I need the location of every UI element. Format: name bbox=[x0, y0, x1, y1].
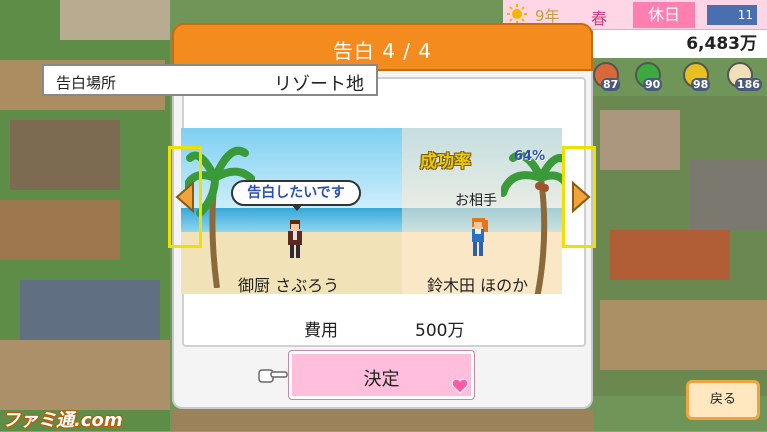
watermark: ファミ通.com bbox=[2, 410, 123, 431]
pointing-hand-icon bbox=[258, 369, 288, 383]
back-label: 戻る bbox=[709, 392, 736, 407]
stats-bar: 87 90 98 186 bbox=[593, 60, 767, 96]
player-character bbox=[288, 220, 302, 258]
beach-scene bbox=[181, 128, 562, 294]
speech-bubble: 告白したいです bbox=[231, 180, 361, 211]
stat-3: 98 bbox=[677, 60, 711, 94]
back-button[interactable]: 戻る bbox=[686, 380, 760, 420]
money-display: 6,483万 bbox=[593, 30, 767, 58]
confirm-label: 決定 bbox=[363, 369, 400, 390]
stat-2-value: 90 bbox=[643, 78, 663, 91]
stat-1-value: 87 bbox=[601, 78, 621, 91]
success-rate-value: 64% bbox=[514, 149, 546, 164]
partner-name: 鈴木田 ほのか bbox=[427, 276, 529, 295]
location-label: 告白場所 bbox=[56, 74, 117, 92]
cost-label: 費用 bbox=[304, 321, 338, 341]
speech-text: 告白したいです bbox=[247, 185, 345, 201]
weather-badge: 11 bbox=[707, 5, 757, 25]
partner-character bbox=[472, 218, 488, 256]
dialog-title: 告白 4 / 4 bbox=[332, 39, 433, 63]
location-box: 告白場所 リゾート地 bbox=[42, 64, 378, 96]
season-label: 春 bbox=[591, 9, 608, 28]
speech-tail bbox=[291, 204, 303, 211]
heart-icon bbox=[451, 378, 469, 394]
arrow-left-icon bbox=[175, 180, 194, 214]
sun-icon bbox=[507, 4, 527, 24]
arrow-right-icon bbox=[572, 180, 591, 214]
location-value: リゾート地 bbox=[274, 74, 364, 95]
player-name: 御厨 さぶろう bbox=[238, 276, 340, 295]
weather-value: 11 bbox=[737, 8, 753, 22]
stat-3-value: 98 bbox=[691, 78, 711, 91]
day-type-badge: 休日 bbox=[633, 2, 695, 28]
stat-2: 90 bbox=[629, 60, 663, 94]
cost-value: 500万 bbox=[415, 321, 465, 341]
confirm-button[interactable]: 決定 bbox=[288, 350, 475, 400]
partner-label: お相手 bbox=[455, 193, 497, 209]
success-rate-label: 成功率 bbox=[420, 152, 471, 172]
next-button[interactable] bbox=[562, 146, 596, 248]
stat-4: 186 bbox=[721, 60, 762, 94]
stat-4-value: 186 bbox=[735, 78, 762, 91]
prev-button[interactable] bbox=[168, 146, 202, 248]
